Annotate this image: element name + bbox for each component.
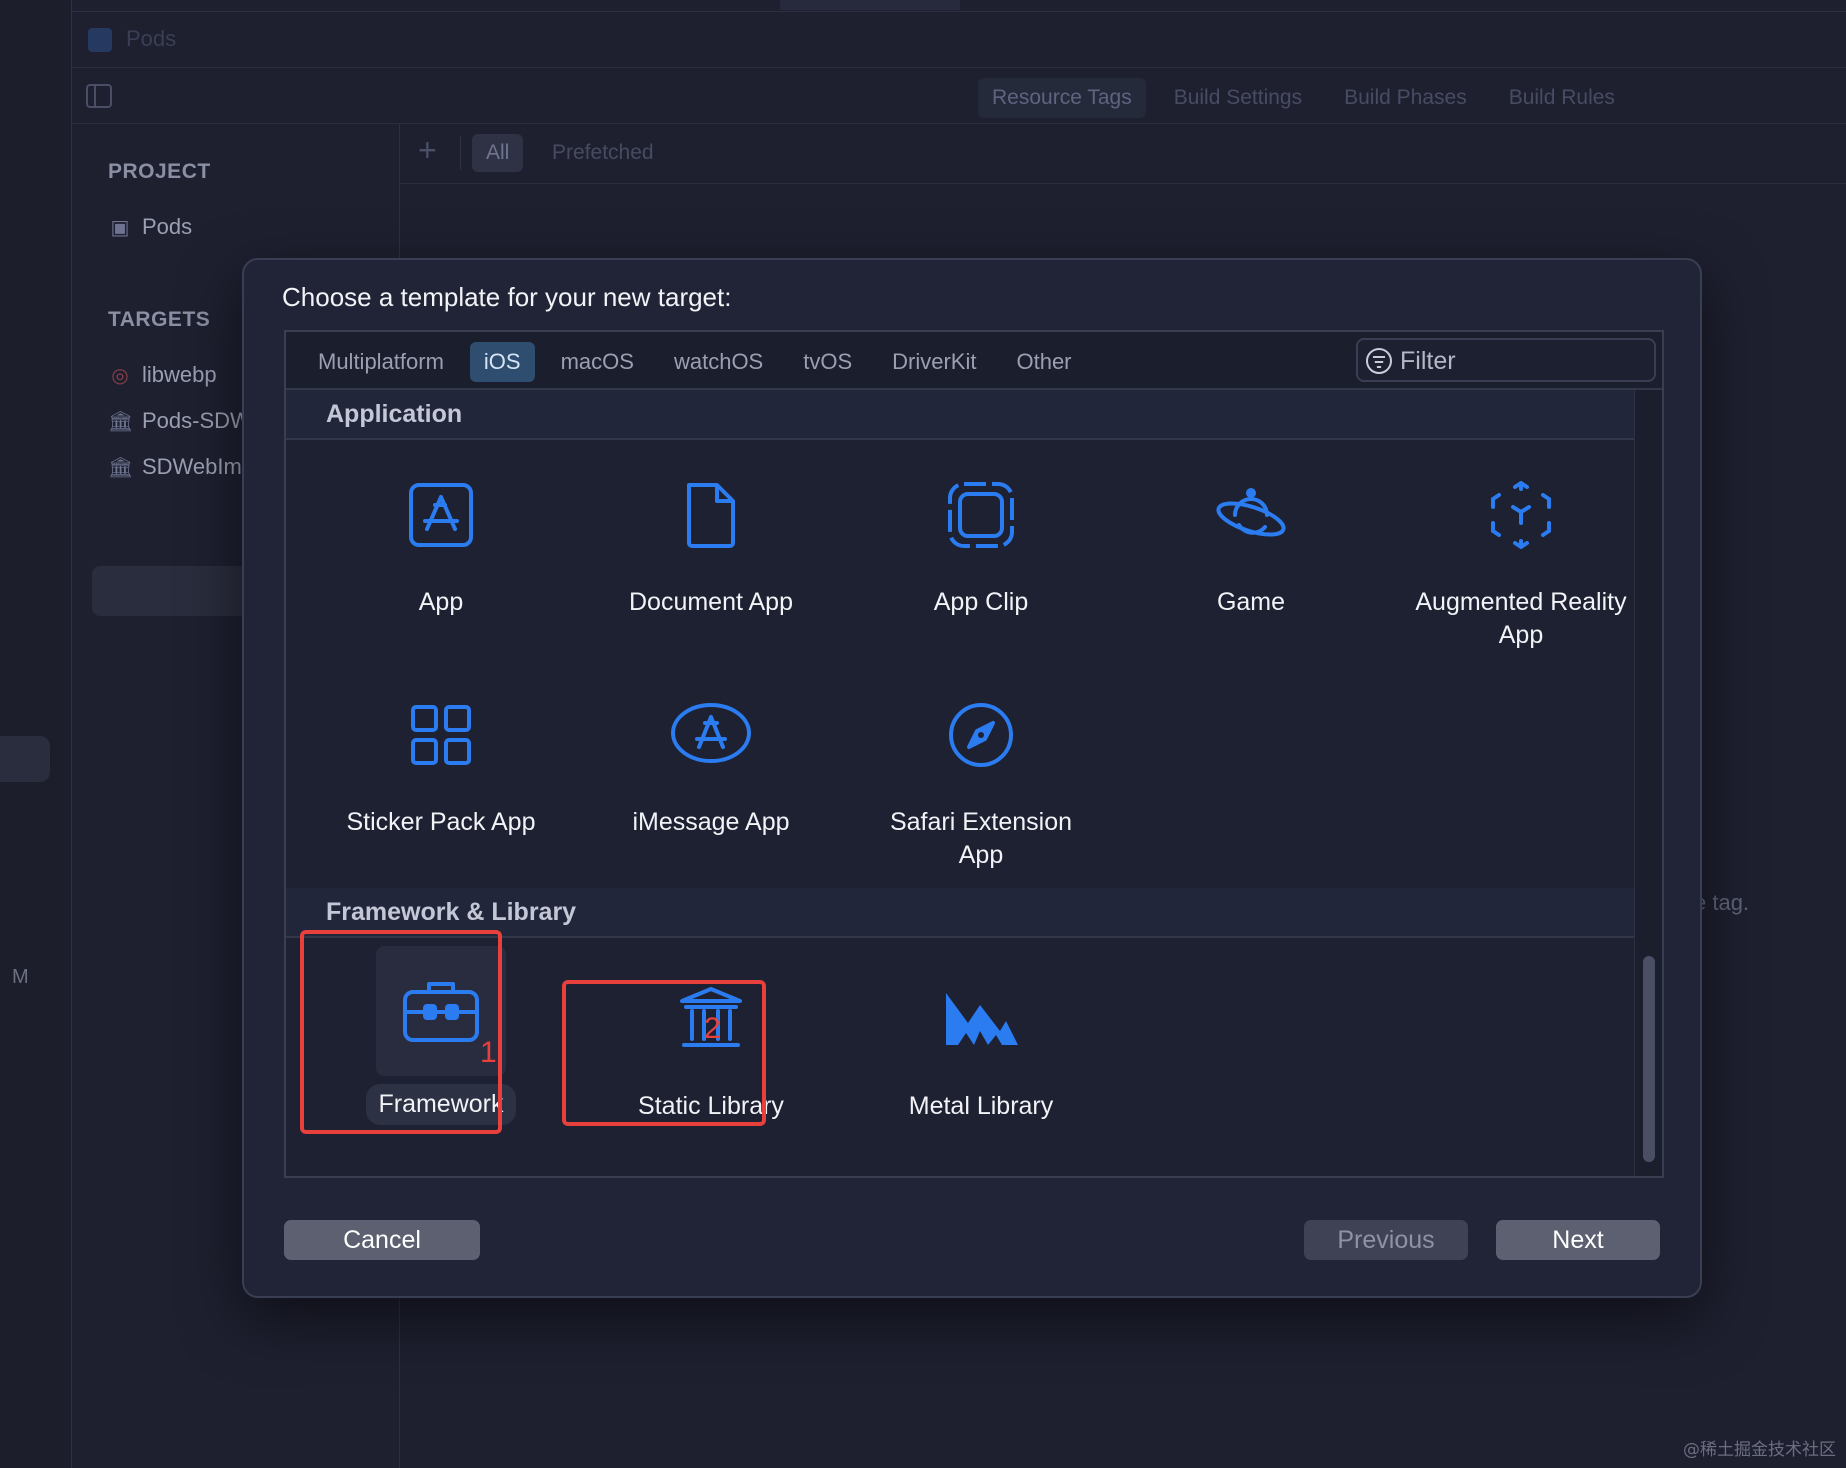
tab-watchos[interactable]: watchOS (660, 342, 777, 382)
filter-field[interactable] (1356, 338, 1656, 382)
template-safari-extension-app[interactable]: Safari Extension App (866, 680, 1096, 872)
tab-resource-tags[interactable]: Resource Tags (978, 78, 1146, 118)
project-icon: ▣ (110, 216, 130, 239)
library-icon: 🏛 (108, 410, 134, 433)
template-app[interactable]: App (326, 460, 556, 619)
new-target-sheet: Choose a template for your new target: M… (242, 258, 1702, 1298)
tab-build-phases[interactable]: Build Phases (1330, 78, 1481, 118)
section-header-application: Application (286, 390, 1634, 440)
template-game[interactable]: Game (1136, 460, 1366, 619)
filter-input[interactable] (1400, 344, 1640, 378)
section-header-framework-library: Framework & Library (286, 888, 1634, 938)
template-scrollbar[interactable] (1634, 390, 1662, 1176)
app-clip-icon (926, 460, 1036, 570)
rail-letter: M (12, 966, 29, 988)
sidebar-toggle-icon[interactable] (86, 84, 112, 108)
editor-tabs: Resource Tags Build Settings Build Phase… (978, 78, 1629, 118)
template-ar-app[interactable]: Augmented Reality App (1406, 460, 1634, 652)
tab-build-rules[interactable]: Build Rules (1495, 78, 1629, 118)
window-title-bar: Pods (72, 12, 1846, 68)
nav-selection-bg (92, 566, 262, 616)
columns-icon (656, 964, 766, 1074)
planet-icon (1196, 460, 1306, 570)
previous-button[interactable]: Previous (1304, 1220, 1468, 1260)
template-app-clip[interactable]: App Clip (866, 460, 1096, 619)
top-strip (72, 0, 1846, 12)
imessage-icon (656, 680, 766, 790)
filter-prefetched-button[interactable]: Prefetched (552, 141, 654, 165)
window-project-name: Pods (126, 26, 177, 51)
project-file-icon (88, 28, 112, 52)
filter-icon (1366, 348, 1392, 374)
app-store-icon (386, 460, 496, 570)
tab-macos[interactable]: macOS (547, 342, 648, 382)
tab-other[interactable]: Other (1002, 342, 1085, 382)
filter-all-button[interactable]: All (472, 134, 524, 172)
nav-item-pods[interactable]: ▣ Pods (108, 214, 193, 240)
document-icon (656, 460, 766, 570)
target-icon: ◎ (111, 364, 129, 387)
tab-driverkit[interactable]: DriverKit (878, 342, 990, 382)
scrollbar-thumb[interactable] (1643, 956, 1655, 1162)
metal-icon (926, 964, 1036, 1074)
background-hint-text: e tag. (1694, 890, 1750, 915)
resource-tag-toolbar: + All Prefetched (400, 124, 1846, 184)
add-tag-icon[interactable]: + (418, 132, 437, 169)
platform-bar: Multiplatform iOS macOS watchOS tvOS Dri… (286, 332, 1662, 390)
sheet-title: Choose a template for your new target: (282, 282, 732, 312)
tab-build-settings[interactable]: Build Settings (1160, 78, 1316, 118)
tab-tvos[interactable]: tvOS (789, 342, 866, 382)
toolbox-icon (376, 946, 506, 1076)
project-section-header: PROJECT (108, 160, 211, 183)
ar-cube-icon (1466, 460, 1576, 570)
compass-icon (926, 680, 1036, 790)
tab-multiplatform[interactable]: Multiplatform (304, 342, 458, 382)
template-list: Application App Document App App Clip Ga… (286, 390, 1634, 1176)
template-imessage-app[interactable]: iMessage App (596, 680, 826, 839)
next-button[interactable]: Next (1496, 1220, 1660, 1260)
nav-item-sdwebimage[interactable]: 🏛 SDWebIm (108, 454, 242, 480)
watermark: @稀土掘金技术社区 (1683, 1440, 1836, 1460)
targets-section-header: TARGETS (108, 308, 211, 331)
template-sticker-pack-app[interactable]: Sticker Pack App (326, 680, 556, 839)
platform-tabs: Multiplatform iOS macOS watchOS tvOS Dri… (304, 342, 1086, 382)
editor-toolbar: Resource Tags Build Settings Build Phase… (72, 68, 1846, 124)
grid-icon (386, 680, 496, 790)
rail-selection (0, 736, 50, 782)
template-metal-library[interactable]: Metal Library (866, 964, 1096, 1123)
nav-item-libwebp[interactable]: ◎ libwebp (108, 362, 216, 388)
tab-ios[interactable]: iOS (469, 342, 535, 382)
left-rail: M (0, 0, 72, 1468)
template-static-library[interactable]: Static Library (596, 964, 826, 1123)
template-document-app[interactable]: Document App (596, 460, 826, 619)
nav-item-pods-sdw[interactable]: 🏛 Pods-SDW (108, 408, 251, 434)
template-framework[interactable]: Framework (326, 946, 556, 1125)
template-chooser: Multiplatform iOS macOS watchOS tvOS Dri… (284, 330, 1664, 1178)
library-icon: 🏛 (108, 456, 134, 479)
cancel-button[interactable]: Cancel (284, 1220, 480, 1260)
